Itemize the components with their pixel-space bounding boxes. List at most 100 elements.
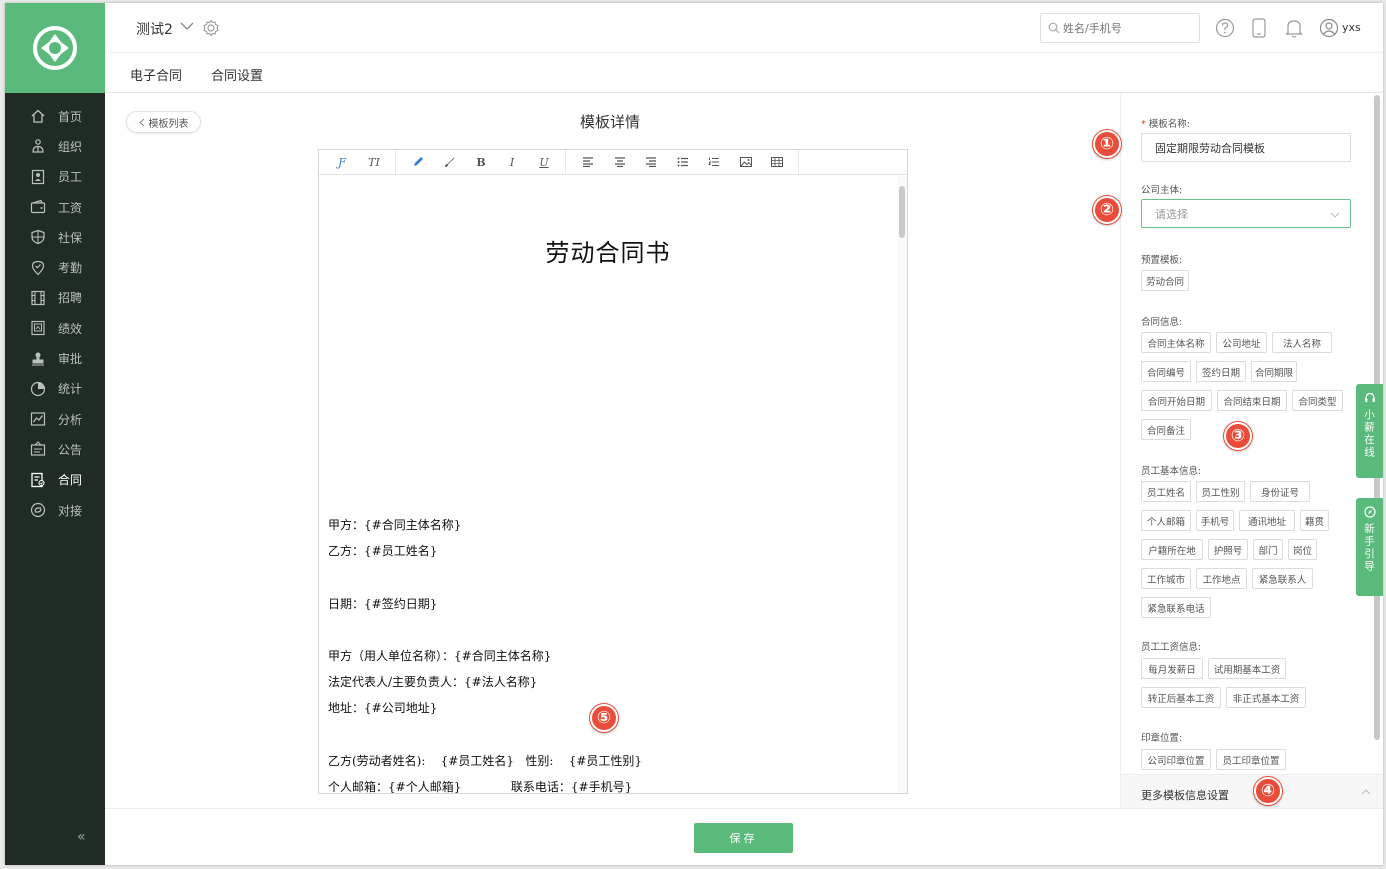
sidebar-item-location[interactable]: 考勤 xyxy=(5,252,105,282)
field-tag[interactable]: 户籍所在地 xyxy=(1141,539,1203,560)
field-tag[interactable]: 岗位 xyxy=(1288,539,1317,560)
list-number-icon[interactable] xyxy=(705,154,723,170)
sidebar-item-employee[interactable]: 员工 xyxy=(5,162,105,192)
list-bullet-icon[interactable] xyxy=(674,154,692,170)
field-tag[interactable]: 劳动合同 xyxy=(1141,270,1189,291)
sidebar-item-label: 绩效 xyxy=(58,321,83,336)
field-tag[interactable]: 合同类型 xyxy=(1292,390,1343,411)
sidebar-item-pie[interactable]: 统计 xyxy=(5,374,105,404)
top-header: 测试2 yxs xyxy=(105,3,1383,53)
sidebar-item-wallet[interactable]: 工资 xyxy=(5,192,105,222)
brush-icon[interactable] xyxy=(441,154,459,170)
sidebar-item-contract[interactable]: 合同 xyxy=(5,465,105,495)
preset-template-label: 预置模板: xyxy=(1141,255,1183,266)
field-tag[interactable]: 合同主体名称 xyxy=(1141,332,1211,353)
gear-icon[interactable] xyxy=(202,19,220,37)
table-icon[interactable] xyxy=(768,154,786,170)
sidebar-item-label: 审批 xyxy=(58,352,83,367)
bold-icon[interactable]: B xyxy=(472,154,490,170)
sidebar-item-performance[interactable]: 绩效 xyxy=(5,313,105,343)
field-tag[interactable]: 签约日期 xyxy=(1196,361,1246,382)
sidebar-item-label: 统计 xyxy=(58,382,83,397)
online-service-label: 小薪在线 xyxy=(1363,409,1375,459)
collapse-sidebar-button[interactable]: « xyxy=(77,829,86,845)
align-right-icon[interactable] xyxy=(642,154,660,170)
field-tag[interactable]: 每月发薪日 xyxy=(1141,658,1203,679)
user-avatar-icon[interactable] xyxy=(1319,18,1339,38)
document-body[interactable]: 劳动合同书 甲方：{#合同主体名称} 乙方：{#员工姓名} 日期：{#签约日期}… xyxy=(319,176,897,793)
search-box[interactable] xyxy=(1040,13,1200,43)
underline-icon[interactable]: U xyxy=(535,154,553,170)
rich-text-editor[interactable]: Ƒ TI B I U 劳动合同书 甲方：{#合同主体名称} 乙方：{#员工姓名}… xyxy=(318,149,908,794)
field-tag[interactable]: 公司印章位置 xyxy=(1141,749,1211,770)
editor-scroll-thumb[interactable] xyxy=(899,186,905,238)
editor-scrollbar[interactable] xyxy=(897,176,907,793)
field-tag[interactable]: 合同期限 xyxy=(1251,361,1297,382)
back-to-template-list-button[interactable]: 模板列表 xyxy=(126,111,201,133)
back-button-label: 模板列表 xyxy=(148,118,189,130)
field-tag[interactable]: 公司地址 xyxy=(1216,332,1267,353)
sidebar-item-org[interactable]: 组织 xyxy=(5,131,105,161)
sidebar-item-shield[interactable]: 社保 xyxy=(5,222,105,252)
font-icon[interactable]: Ƒ xyxy=(333,154,351,170)
sidebar-item-chart[interactable]: 分析 xyxy=(5,404,105,434)
field-tag[interactable]: 员工印章位置 xyxy=(1216,749,1286,770)
align-left-icon[interactable] xyxy=(579,154,597,170)
image-icon[interactable] xyxy=(737,154,755,170)
mobile-icon[interactable] xyxy=(1252,18,1266,38)
field-tag[interactable]: 非正式基本工资 xyxy=(1226,687,1306,708)
chart-icon xyxy=(30,411,46,427)
field-tag[interactable]: 合同结束日期 xyxy=(1217,390,1287,411)
salary-info-label: 员工工资信息: xyxy=(1141,642,1202,653)
chevron-down-icon[interactable] xyxy=(180,22,194,31)
org-title[interactable]: 测试2 xyxy=(136,19,173,39)
beginner-guide-tab[interactable]: 新手引导 xyxy=(1356,498,1383,596)
field-tag[interactable]: 合同备注 xyxy=(1141,419,1191,440)
logo[interactable] xyxy=(5,3,105,93)
field-tag[interactable]: 工作城市 xyxy=(1141,568,1191,589)
text-size-icon[interactable]: TI xyxy=(365,154,383,170)
field-tag[interactable]: 通讯地址 xyxy=(1239,510,1295,531)
sidebar-item-stamp[interactable]: 审批 xyxy=(5,343,105,373)
template-name-input[interactable]: 固定期限劳动合同模板 xyxy=(1141,133,1351,162)
field-tag[interactable]: 工作地点 xyxy=(1196,568,1247,589)
field-tag[interactable]: 部门 xyxy=(1253,539,1283,560)
sidebar-item-notice[interactable]: 公告 xyxy=(5,434,105,464)
bell-icon[interactable] xyxy=(1285,18,1303,38)
field-tag[interactable]: 个人邮箱 xyxy=(1141,510,1191,531)
sidebar-item-film[interactable]: 招聘 xyxy=(5,283,105,313)
doc-line: 甲方：{#合同主体名称} xyxy=(328,518,462,532)
field-tag[interactable]: 合同开始日期 xyxy=(1141,390,1212,411)
tab-electronic-contract[interactable]: 电子合同 xyxy=(130,65,182,84)
user-name[interactable]: yxs xyxy=(1342,21,1361,34)
company-label: 公司主体: xyxy=(1141,185,1183,196)
field-tag[interactable]: 试用期基本工资 xyxy=(1208,658,1286,679)
field-tag[interactable]: 紧急联系电话 xyxy=(1141,597,1211,618)
field-tag[interactable]: 紧急联系人 xyxy=(1252,568,1313,589)
wallet-icon xyxy=(30,199,46,215)
field-tag[interactable]: 法人名称 xyxy=(1272,332,1332,353)
field-tag[interactable]: 手机号 xyxy=(1196,510,1234,531)
sidebar-item-link[interactable]: 对接 xyxy=(5,495,105,525)
save-button[interactable]: 保存 xyxy=(694,823,793,853)
field-tag[interactable]: 护照号 xyxy=(1208,539,1248,560)
search-input[interactable] xyxy=(1063,19,1193,37)
field-tag[interactable]: 转正后基本工资 xyxy=(1141,687,1221,708)
field-tag[interactable]: 身份证号 xyxy=(1250,481,1310,502)
field-tag[interactable]: 员工姓名 xyxy=(1141,481,1191,502)
field-tag[interactable]: 合同编号 xyxy=(1141,361,1191,382)
help-icon[interactable] xyxy=(1215,18,1235,38)
more-template-settings[interactable]: 更多模板信息设置 xyxy=(1121,774,1383,808)
more-settings-label: 更多模板信息设置 xyxy=(1141,789,1229,802)
company-select[interactable]: 请选择 xyxy=(1141,199,1351,228)
tab-contract-settings[interactable]: 合同设置 xyxy=(211,65,263,84)
pen-icon[interactable] xyxy=(409,154,427,170)
sidebar-item-label: 合同 xyxy=(58,473,83,488)
field-tag[interactable]: 籍贯 xyxy=(1300,510,1329,531)
stamp-icon xyxy=(30,351,46,367)
field-tag[interactable]: 员工性别 xyxy=(1196,481,1245,502)
sidebar-item-home[interactable]: 首页 xyxy=(5,101,105,131)
align-center-icon[interactable] xyxy=(611,154,629,170)
italic-icon[interactable]: I xyxy=(503,154,521,170)
online-service-tab[interactable]: 小薪在线 xyxy=(1356,384,1383,478)
